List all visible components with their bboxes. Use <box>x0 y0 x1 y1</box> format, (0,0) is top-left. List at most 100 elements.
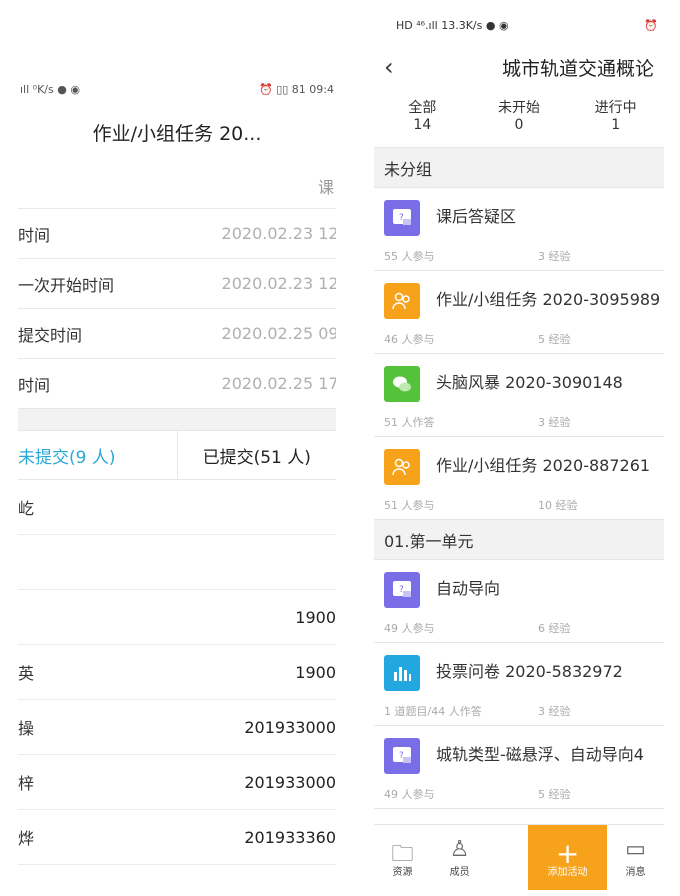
task-detail-screen: ıll ⁰K/s ● ◉ ⏰ ▯▯ 81 09:4 作业/小组任务 20... … <box>18 74 336 874</box>
student-row[interactable]: 烨 201933360 <box>18 810 336 865</box>
activity-name: 城轨类型-磁悬浮、自动导向4 <box>436 745 644 764</box>
activity-exp: 5 经验 <box>538 333 571 346</box>
submission-tabs: 未提交(9 人) 已提交(51 人) <box>18 430 336 480</box>
activity-exp: 3 经验 <box>538 416 571 429</box>
student-number: 1900 <box>295 607 336 627</box>
student-row[interactable]: 梓 201933000 <box>18 755 336 810</box>
stat-count: 1 <box>611 117 621 133</box>
info-value: 2020.02.23 12: <box>221 274 336 293</box>
stat-label: 未开始 <box>498 100 540 116</box>
student-row[interactable]: 屹 <box>18 480 336 535</box>
person-icon: ♙ <box>449 837 470 862</box>
stat-not-started[interactable]: 未开始 0 <box>471 90 568 147</box>
info-row: 时间 2020.02.25 17: <box>18 358 336 408</box>
student-number: 1900 <box>295 662 336 682</box>
members-label: 成员 <box>449 867 470 878</box>
activity-item[interactable]: ? 课后答疑区 55 人参与 3 经验 <box>374 188 664 271</box>
activity-item[interactable]: 作业/小组任务 2020-887261 51 人参与 10 经验 <box>374 437 664 520</box>
message-icon: ▭ <box>625 837 646 862</box>
course-label: 课 <box>317 178 334 197</box>
activity-item[interactable]: 头脑风暴 2020-3090148 51 人作答 3 经验 <box>374 354 664 437</box>
info-row: 提交时间 2020.02.25 09: <box>18 308 336 358</box>
stat-in-progress[interactable]: 进行中 1 <box>567 90 664 147</box>
stat-count: 14 <box>413 117 432 133</box>
info-value: 2020.02.25 09: <box>221 324 336 343</box>
info-value: 2020.02.25 17: <box>221 374 336 393</box>
student-number: 201933000 <box>244 717 336 737</box>
resources-label: 资源 <box>392 867 413 878</box>
student-name: 烨 <box>18 829 35 848</box>
info-label: 提交时间 <box>18 325 83 345</box>
stat-label: 全部 <box>408 100 437 116</box>
info-label: 时间 <box>18 225 51 245</box>
student-name: 英 <box>18 664 35 683</box>
activity-exp: 3 经验 <box>538 250 571 263</box>
student-row[interactable] <box>18 535 336 590</box>
activity-exp: 5 经验 <box>538 788 571 801</box>
activity-name: 自动导向 <box>436 579 501 598</box>
student-number: 201933360 <box>244 827 336 847</box>
stat-all[interactable]: 全部 14 <box>374 90 471 147</box>
group-task-icon <box>384 283 420 319</box>
activity-name: 课后答疑区 <box>436 207 517 226</box>
tab-submitted[interactable]: 已提交(51 人) <box>176 431 337 479</box>
qa-icon: ? <box>384 200 420 236</box>
activity-item[interactable]: 作业/小组任务 2020-3095989 46 人参与 5 经验 <box>374 271 664 354</box>
student-name: 操 <box>18 719 35 738</box>
section-header: 未分组 <box>374 148 664 188</box>
activity-participants: 55 人参与 <box>384 250 435 263</box>
status-left: ıll ⁰K/s ● ◉ <box>20 82 80 96</box>
activity-item[interactable]: ? 城轨类型-磁悬浮、自动导向4 49 人参与 5 经验 <box>374 726 664 809</box>
tab-not-submitted[interactable]: 未提交(9 人) <box>18 431 177 479</box>
student-name: 梓 <box>18 774 35 793</box>
activity-name: 作业/小组任务 2020-3095989 <box>436 290 661 309</box>
nav-bar: ‹ 城市轨道交通概论 <box>374 44 664 90</box>
student-row[interactable]: 英 1900 <box>18 645 336 700</box>
group-task-icon <box>384 449 420 485</box>
back-icon[interactable]: ‹ <box>374 53 410 81</box>
activity-item[interactable]: 投票问卷 2020-5832972 1 道题目/44 人作答 3 经验 <box>374 643 664 726</box>
status-right: ⏰ <box>644 18 658 32</box>
qa-icon: ? <box>384 738 420 774</box>
activity-name: 头脑风暴 2020-3090148 <box>436 373 623 392</box>
members-button[interactable]: ♙ 成员 <box>431 825 488 890</box>
activity-exp: 3 经验 <box>538 705 571 718</box>
bottom-toolbar: 🗀 资源 ♙ 成员 + 添加活动 ▭ 消息 <box>374 824 664 890</box>
activity-stats: 全部 14 未开始 0 进行中 1 <box>374 90 664 148</box>
activity-participants: 51 人作答 <box>384 416 435 429</box>
add-activity-button[interactable]: + 添加活动 <box>528 825 607 890</box>
activity-exp: 10 经验 <box>538 499 578 512</box>
divider <box>18 408 336 430</box>
info-row: 时间 2020.02.23 12: <box>18 208 336 258</box>
plus-icon: + <box>555 837 580 870</box>
activity-name: 作业/小组任务 2020-887261 <box>436 456 651 475</box>
activity-participants: 46 人参与 <box>384 333 435 346</box>
student-row[interactable]: 操 201933000 <box>18 700 336 755</box>
info-label: 时间 <box>18 375 51 395</box>
info-label: 一次开始时间 <box>18 275 115 295</box>
status-right: ⏰ ▯▯ 81 09:4 <box>259 82 334 96</box>
resources-button[interactable]: 🗀 资源 <box>374 825 431 890</box>
section-header: 01.第一单元 <box>374 520 664 560</box>
stat-count: 0 <box>514 117 524 133</box>
info-value: 2020.02.23 12: <box>221 224 336 243</box>
course-activity-screen: HD ⁴⁶.ıll 13.3K/s ● ◉ ⏰ ‹ 城市轨道交通概论 全部 14… <box>374 6 664 890</box>
activity-participants: 49 人参与 <box>384 622 435 635</box>
status-bar: HD ⁴⁶.ıll 13.3K/s ● ◉ ⏰ <box>374 6 664 44</box>
activity-participants: 51 人参与 <box>384 499 435 512</box>
info-row: 一次开始时间 2020.02.23 12: <box>18 258 336 308</box>
status-bar: ıll ⁰K/s ● ◉ ⏰ ▯▯ 81 09:4 <box>18 74 336 104</box>
page-title: 城市轨道交通概论 <box>501 57 654 80</box>
status-left: HD ⁴⁶.ıll 13.3K/s ● ◉ <box>396 18 509 32</box>
activity-participants: 49 人参与 <box>384 788 435 801</box>
folder-icon: 🗀 <box>391 842 414 867</box>
messages-label: 消息 <box>625 867 646 878</box>
activity-participants: 1 道题目/44 人作答 <box>384 705 482 718</box>
student-number: 201933000 <box>244 772 336 792</box>
poll-icon <box>384 655 420 691</box>
student-row[interactable]: 1900 <box>18 590 336 645</box>
brainstorm-icon <box>384 366 420 402</box>
messages-button[interactable]: ▭ 消息 <box>607 825 664 890</box>
stat-label: 进行中 <box>594 100 637 116</box>
activity-item[interactable]: ? 自动导向 49 人参与 6 经验 <box>374 560 664 643</box>
